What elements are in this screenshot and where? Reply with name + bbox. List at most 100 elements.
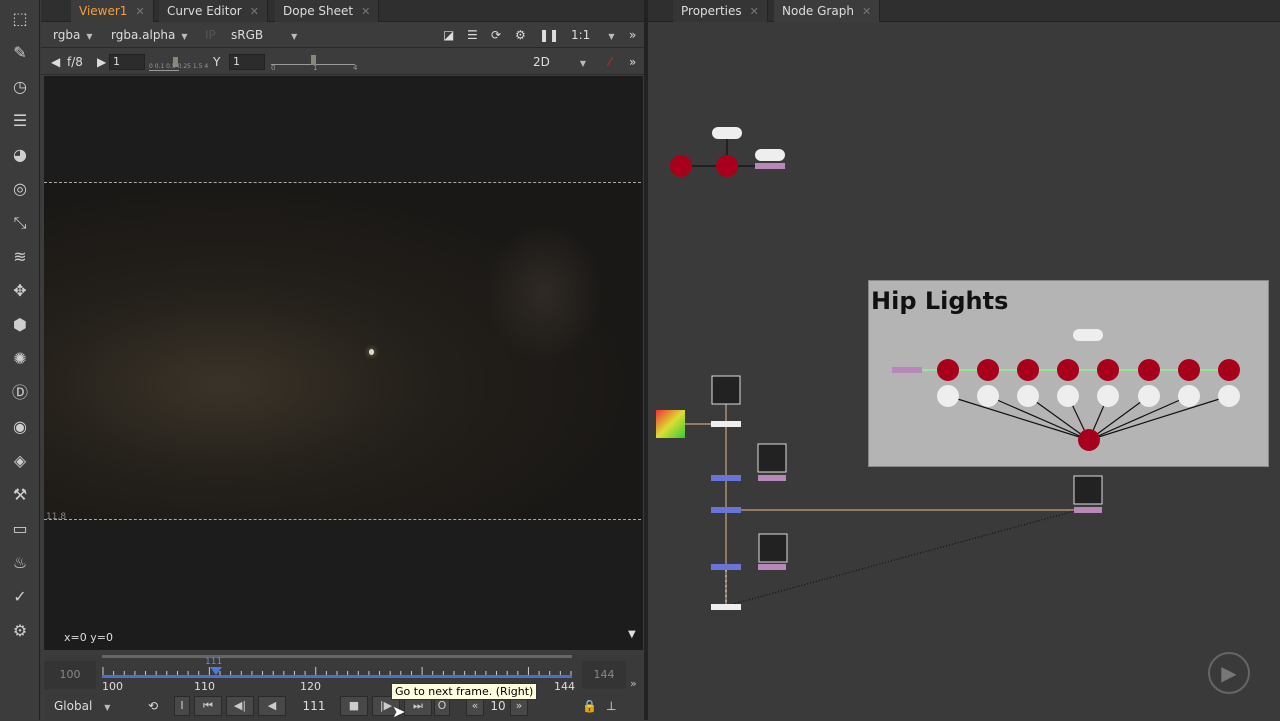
lock-icon[interactable]: 🔒 <box>582 697 597 715</box>
current-frame-field[interactable]: 111 <box>294 699 334 713</box>
lines-icon[interactable]: ☰ <box>467 26 478 44</box>
color-wheel-node[interactable] <box>656 410 685 438</box>
keyer-icon[interactable]: ⤡ <box>9 212 31 234</box>
ocula-icon[interactable]: ✓ <box>9 586 31 608</box>
tab-viewer1[interactable]: Viewer1 ✕ <box>71 0 154 22</box>
light-node[interactable] <box>1218 359 1240 381</box>
expand-icon[interactable]: » <box>629 53 636 71</box>
timeline-range-bar[interactable] <box>102 655 572 658</box>
gain-next-icon[interactable]: ▶ <box>97 53 106 71</box>
light-node[interactable] <box>1078 429 1100 451</box>
roi-icon[interactable]: ◪ <box>443 26 454 44</box>
view-mode-dropdown[interactable]: 2D ▼ <box>533 53 586 71</box>
color-icon[interactable]: ◕ <box>9 144 31 166</box>
deep-icon[interactable]: Ⓓ <box>9 382 31 404</box>
first-frame-button[interactable]: ⏮ <box>194 696 222 716</box>
camera-node[interactable] <box>755 149 785 161</box>
refresh-icon[interactable]: ⟳ <box>491 26 501 44</box>
play-backward-button[interactable]: ◀ <box>258 696 286 716</box>
other-icon[interactable]: ▭ <box>9 518 31 540</box>
merge-node[interactable] <box>711 421 741 427</box>
light-node[interactable] <box>670 155 692 177</box>
merge-node[interactable] <box>1074 507 1102 513</box>
camera-node[interactable] <box>1073 329 1103 341</box>
range-mode-dropdown[interactable]: Global ▼ <box>54 697 110 715</box>
read-node[interactable] <box>1073 475 1103 505</box>
toolsets-icon[interactable]: ⚒ <box>9 484 31 506</box>
gain-prev-icon[interactable]: ◀ <box>51 53 60 71</box>
read-node[interactable] <box>757 443 787 473</box>
light-node[interactable] <box>1178 359 1200 381</box>
light-node[interactable] <box>977 359 999 381</box>
tab-dope-sheet[interactable]: Dope Sheet ✕ <box>275 0 380 22</box>
metadata-icon[interactable]: ◈ <box>9 450 31 472</box>
info-menu-icon[interactable]: ▼ <box>628 629 636 640</box>
merge-node[interactable] <box>711 564 741 570</box>
viewer-canvas[interactable]: 11,8 x=0 y=0 ▼ <box>44 76 643 650</box>
start-frame[interactable]: 100 <box>44 661 96 689</box>
read-node[interactable] <box>711 375 741 405</box>
proxy-icon[interactable]: ⚙ <box>515 26 526 44</box>
wipe-icon[interactable]: ⁄ <box>609 53 611 71</box>
sphere-node[interactable] <box>937 385 959 407</box>
light-node[interactable] <box>1017 359 1039 381</box>
sphere-node[interactable] <box>1017 385 1039 407</box>
close-icon[interactable]: ✕ <box>250 5 259 18</box>
merge-node[interactable] <box>758 564 786 570</box>
camera-node[interactable] <box>712 127 742 139</box>
light-node[interactable] <box>1138 359 1160 381</box>
expand-icon[interactable]: » <box>630 677 637 690</box>
frame-range-icon[interactable]: ⊥ <box>606 697 616 715</box>
zoom-dropdown[interactable]: 1:1 ▼ <box>571 26 614 44</box>
merge-node[interactable] <box>758 475 786 481</box>
sphere-node[interactable] <box>1057 385 1079 407</box>
prev-keyframe-button[interactable]: ◀| <box>226 696 254 716</box>
merge-icon[interactable]: ≋ <box>9 246 31 268</box>
expand-icon[interactable]: » <box>629 26 636 44</box>
channel-icon[interactable]: ☰ <box>9 110 31 132</box>
light-node[interactable] <box>937 359 959 381</box>
sphere-node[interactable] <box>1218 385 1240 407</box>
sphere-node[interactable] <box>977 385 999 407</box>
pause-icon[interactable]: ❚❚ <box>539 26 559 44</box>
stop-button[interactable]: ■ <box>340 696 368 716</box>
colorspace-dropdown[interactable]: sRGB ▼ <box>231 26 297 44</box>
transform-icon[interactable]: ✥ <box>9 280 31 302</box>
gamma-input[interactable]: 1 <box>229 54 265 70</box>
input-process-toggle[interactable]: IP <box>205 26 216 44</box>
views-icon[interactable]: ◉ <box>9 416 31 438</box>
light-node[interactable] <box>716 155 738 177</box>
close-icon[interactable]: ✕ <box>135 5 144 18</box>
close-icon[interactable]: ✕ <box>361 5 370 18</box>
time-icon[interactable]: ◷ <box>9 76 31 98</box>
end-frame[interactable]: 144 <box>582 661 626 689</box>
sphere-node[interactable] <box>1097 385 1119 407</box>
playback-mode-icon[interactable]: ⟲ <box>148 697 158 715</box>
read-node[interactable] <box>758 533 788 563</box>
merge-node[interactable] <box>711 604 741 610</box>
plugins-icon[interactable]: ⚙ <box>9 620 31 642</box>
channels-dropdown[interactable]: rgba ▼ <box>53 26 92 44</box>
sphere-node[interactable] <box>1178 385 1200 407</box>
in-point-button[interactable]: I <box>174 696 190 716</box>
merge-node[interactable] <box>755 163 785 169</box>
particles-icon[interactable]: ✺ <box>9 348 31 370</box>
3d-icon[interactable]: ⬢ <box>9 314 31 336</box>
merge-node[interactable] <box>892 367 922 373</box>
step-field[interactable]: 10 <box>486 699 510 713</box>
furnace-icon[interactable]: ♨ <box>9 552 31 574</box>
merge-node[interactable] <box>711 475 741 481</box>
filter-icon[interactable]: ◎ <box>9 178 31 200</box>
node-graph-canvas[interactable] <box>648 0 1280 720</box>
zoom-value: 1:1 <box>571 28 591 42</box>
image-icon[interactable]: ⬚ <box>9 8 31 30</box>
light-node[interactable] <box>1097 359 1119 381</box>
merge-node[interactable] <box>711 507 741 513</box>
gain-input[interactable]: 1 <box>109 54 145 70</box>
playhead[interactable] <box>210 667 222 675</box>
layer-dropdown[interactable]: rgba.alpha ▼ <box>111 26 188 44</box>
sphere-node[interactable] <box>1138 385 1160 407</box>
draw-icon[interactable]: ✎ <box>9 42 31 64</box>
tab-curve-editor[interactable]: Curve Editor ✕ <box>159 0 268 22</box>
light-node[interactable] <box>1057 359 1079 381</box>
